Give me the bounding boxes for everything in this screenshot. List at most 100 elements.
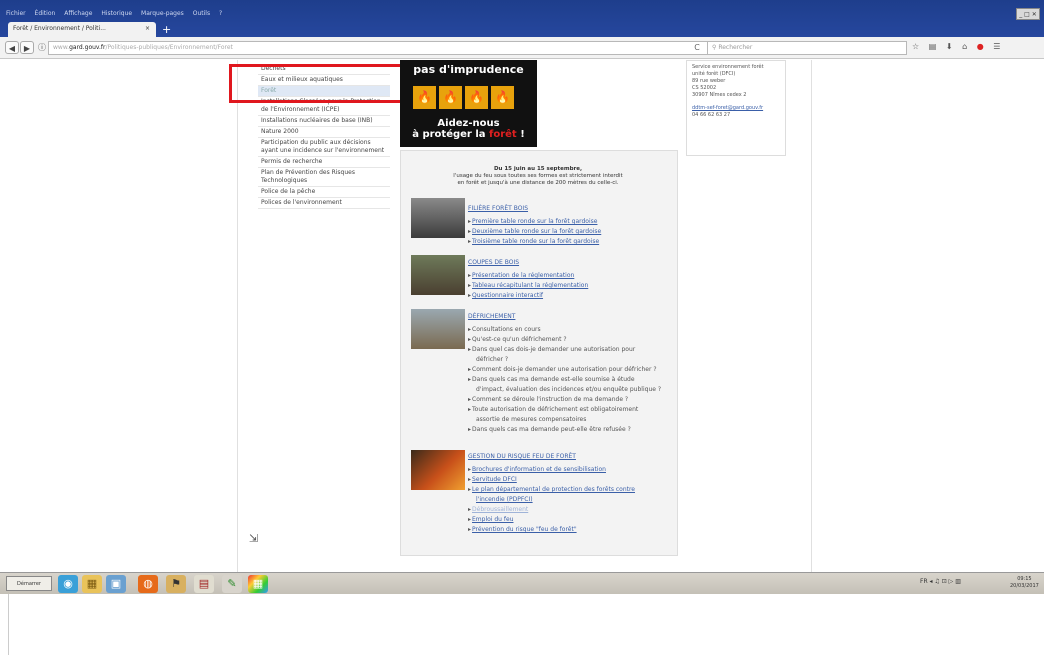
defrichement-item[interactable]: Dans quel cas dois-je demander une autor… (468, 345, 661, 355)
bookmark-star-icon[interactable]: ☆ (912, 42, 919, 51)
window-titlebar: Fichier Édition Affichage Historique Mar… (0, 0, 1044, 37)
hamburger-menu-icon[interactable]: ☰ (993, 42, 1000, 51)
paint-app-icon[interactable]: ✎ (222, 575, 242, 593)
contact-line: CS 52002 (692, 85, 717, 91)
explorer-app-icon[interactable]: ▦ (82, 575, 102, 593)
taskbar: Démarrer ◉ ▦ ▣ ◍ ⚑ ▤ ✎ ▦ FR ◂ ♫ ⊡ ▷ ▥ 09… (0, 572, 1044, 594)
defrichement-item[interactable]: Dans quels cas ma demande peut-elle être… (468, 425, 661, 435)
filiere-section-title[interactable]: FILIÈRE FORÊT BOIS (468, 205, 528, 212)
defrichement-section-title[interactable]: DÉFRICHEMENT (468, 313, 515, 320)
menu-view[interactable]: Affichage (64, 10, 92, 17)
defrichement-item[interactable]: Qu'est-ce qu'un défrichement ? (468, 335, 661, 345)
tab-close-icon[interactable]: × (145, 25, 150, 32)
banner-slogan-line2a: à protéger la (412, 129, 489, 140)
contact-box: Service environnement forêt unité forêt … (686, 60, 786, 156)
incendie-link[interactable]: Servitude DFCI (468, 475, 635, 485)
banner-icons: 🔥 🔥 🔥 🔥 (413, 86, 517, 109)
fire-icon: 🔥 (439, 86, 462, 109)
incendie-link[interactable]: Le plan départemental de protection des … (468, 485, 635, 495)
incendie-link-cont[interactable]: l'incendie (PDPFCI) (468, 495, 635, 505)
defrichement-item[interactable]: Consultations en cours (468, 325, 661, 335)
incendie-link[interactable]: Prévention du risque "feu de forêt" (468, 525, 635, 535)
banner-headline: pas d'imprudence (413, 63, 524, 76)
red-highlight-box (229, 64, 415, 103)
defrichement-item[interactable]: Comment dois-je demander une autorisatio… (468, 365, 661, 375)
menu-bookmarks[interactable]: Marque-pages (141, 10, 184, 17)
banner-slogan-line2b: forêt (489, 129, 517, 140)
ie-app-icon[interactable]: ◉ (58, 575, 78, 593)
divider (8, 594, 9, 655)
contact-phone: 04 66 62 63 27 (692, 112, 731, 118)
addon-icon[interactable]: ● (977, 42, 984, 51)
sidebar-item-inb[interactable]: Installations nucléaires de base (INB) (258, 116, 390, 127)
clock[interactable]: 09:15 20/03/2017 (1010, 576, 1039, 590)
menu-file[interactable]: Fichier (6, 10, 26, 17)
site-info-icon[interactable]: ⓘ (35, 41, 49, 54)
menu-help[interactable]: ? (219, 10, 222, 17)
incendie-section-title[interactable]: GESTION DU RISQUE FEU DE FORÊT (468, 453, 576, 460)
notice-line1: Du 15 juin au 15 septembre, (493, 166, 583, 172)
defrichement-item-cont: d'impact, évaluation des incidences et/o… (476, 386, 662, 393)
defrichement-item-cont: assortie de mesures compensatoires (476, 416, 587, 423)
coupes-section-image (411, 255, 465, 295)
coupes-link[interactable]: Questionnaire interactif (468, 291, 588, 301)
sidebar-item-polices[interactable]: Polices de l'environnement (258, 198, 390, 209)
sidebar-item-permis[interactable]: Permis de recherche (258, 157, 390, 168)
system-tray[interactable]: FR ◂ ♫ ⊡ ▷ ▥ (920, 578, 961, 585)
toolbar-icons: ☆ ▤ ⬇ ⌂ ● ☰ (912, 42, 1007, 51)
filiere-link[interactable]: Première table ronde sur la forêt gardoi… (468, 217, 601, 227)
sidebar-item-natura[interactable]: Nature 2000 (258, 127, 390, 138)
url-host: gard.gouv.fr (69, 44, 106, 51)
browser-tab[interactable]: Forêt / Environnement / Politi... × (8, 22, 156, 37)
window-controls[interactable]: _ □ ✕ (1016, 8, 1040, 20)
defrichement-item[interactable]: Dans quels cas ma demande est-elle soumi… (468, 375, 661, 385)
clock-date: 20/03/2017 (1010, 583, 1039, 589)
tab-title: Forêt / Environnement / Politi... (13, 25, 106, 32)
filiere-link[interactable]: Troisième table ronde sur la forêt gardo… (468, 237, 601, 247)
defrichement-list: Consultations en cours Qu'est-ce qu'un d… (468, 325, 661, 435)
reading-list-icon[interactable]: ▤ (929, 42, 937, 51)
new-tab-button[interactable]: + (162, 23, 171, 36)
filiere-links: Première table ronde sur la forêt gardoi… (468, 217, 601, 247)
defrichement-item[interactable]: Toute autorisation de défrichement est o… (468, 405, 661, 415)
incendie-section-image (411, 450, 465, 490)
coupes-section-title[interactable]: COUPES DE BOIS (468, 259, 519, 266)
media-app-icon[interactable]: ▣ (106, 575, 126, 593)
app-icon[interactable]: ▦ (248, 575, 268, 593)
fire-ban-notice: Du 15 juin au 15 septembre, l'usage du f… (404, 166, 672, 187)
contact-line: unité forêt (DFCI) (692, 71, 736, 77)
forward-button[interactable]: ▶ (20, 41, 34, 54)
filiere-link[interactable]: Deuxième table ronde sur la forêt gardoi… (468, 227, 601, 237)
notice-line3: en forêt et jusqu'à une distance de 200 … (457, 180, 619, 186)
menu-history[interactable]: Historique (101, 10, 132, 17)
sidebar-item-peche[interactable]: Police de la pêche (258, 187, 390, 198)
clock-time: 09:15 (1017, 576, 1032, 582)
back-button[interactable]: ◀ (5, 41, 19, 54)
coupes-link[interactable]: Présentation de la réglementation (468, 271, 588, 281)
app-icon[interactable]: ⚑ (166, 575, 186, 593)
downloads-icon[interactable]: ⬇ (946, 42, 953, 51)
document-app-icon[interactable]: ▤ (194, 575, 214, 593)
menu-tools[interactable]: Outils (193, 10, 210, 17)
defrichement-section-image (411, 309, 465, 349)
incendie-link[interactable]: Débroussaillement (468, 505, 635, 515)
incendie-link[interactable]: Emploi du feu (468, 515, 635, 525)
home-icon[interactable]: ⌂ (962, 42, 967, 51)
url-bar[interactable]: www.gard.gouv.fr/Politiques-publiques/En… (48, 41, 708, 55)
sidebar-item-participation[interactable]: Participation du public aux décisions ay… (258, 138, 390, 157)
firefox-app-icon[interactable]: ◍ (138, 575, 158, 593)
menu-edit[interactable]: Édition (35, 10, 56, 17)
incendie-link[interactable]: Brochures d'information et de sensibilis… (468, 465, 635, 475)
search-input[interactable]: ⚲ Rechercher (707, 41, 907, 55)
defrichement-item-cont: défricher ? (476, 356, 509, 363)
url-prefix: www. (53, 44, 70, 51)
sidebar-item-pprt[interactable]: Plan de Prévention des Risques Technolog… (258, 168, 390, 187)
coupes-link[interactable]: Tableau récapitulant la réglementation (468, 281, 588, 291)
filiere-section-image (411, 198, 465, 238)
reload-icon[interactable]: C (690, 41, 704, 55)
contact-line: 89 rue weber (692, 78, 726, 84)
fire-icon: 🔥 (413, 86, 436, 109)
contact-email-link[interactable]: ddtm-sef-foret@gard.gouv.fr (692, 105, 780, 112)
start-button[interactable]: Démarrer (6, 576, 52, 591)
defrichement-item[interactable]: Comment se déroule l'instruction de ma d… (468, 395, 661, 405)
